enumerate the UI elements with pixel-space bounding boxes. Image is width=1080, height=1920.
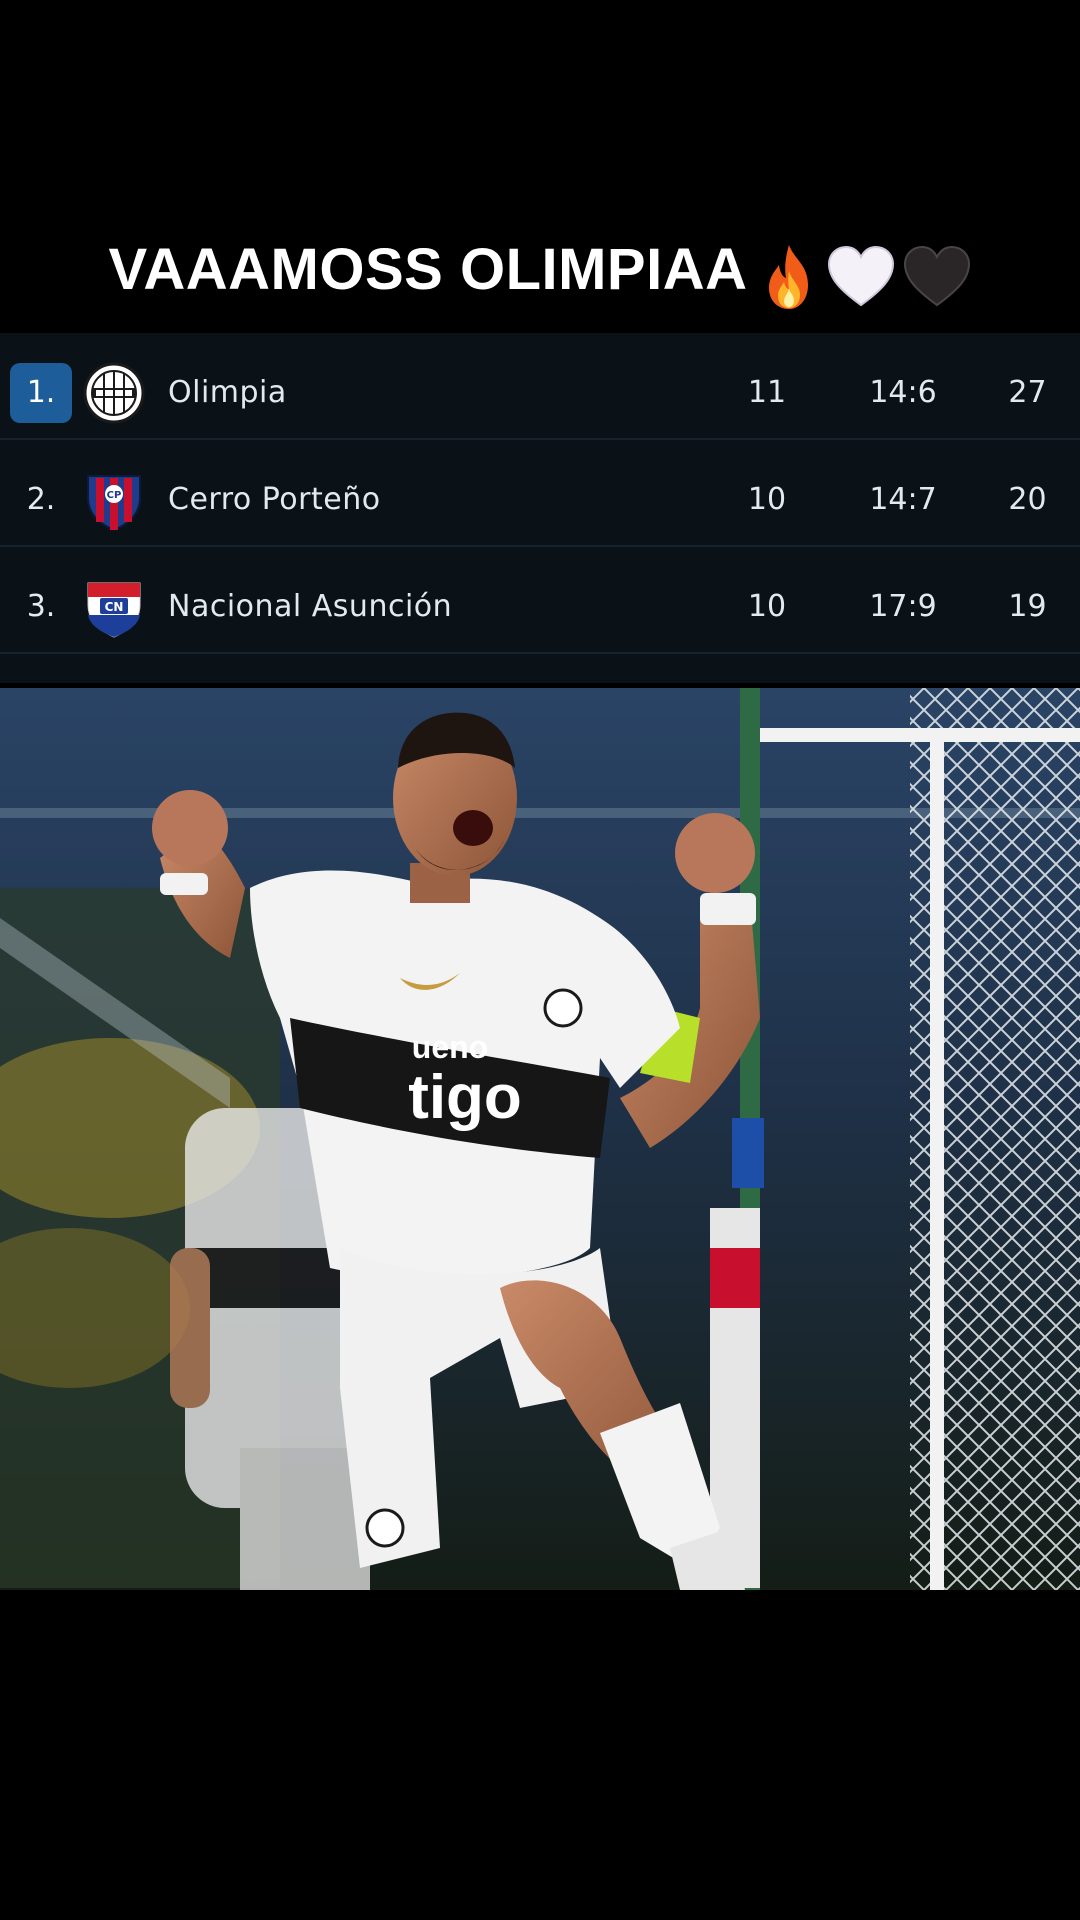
position-badge: 1. bbox=[10, 363, 72, 423]
caption-text: VAAAMOSS OLIMPIAA bbox=[108, 237, 748, 302]
olimpia-crest-icon bbox=[83, 362, 145, 424]
team-name: Olimpia bbox=[168, 375, 287, 410]
black-heart-icon bbox=[903, 246, 970, 307]
position-badge: 2. bbox=[26, 482, 56, 517]
svg-text:CP: CP bbox=[107, 490, 122, 501]
caption-emojis bbox=[752, 234, 972, 314]
team-name: Nacional Asunción bbox=[168, 589, 453, 624]
standings-row[interactable]: 3. CN Nacional Asunción 10 17:9 19 bbox=[0, 547, 1080, 654]
matches-played: 10 bbox=[747, 589, 787, 624]
points: 19 bbox=[1008, 589, 1047, 624]
jersey-sponsor-ueno: ueno bbox=[412, 1029, 488, 1065]
standings-row[interactable]: 2. CP Cerro Porteño 10 14:7 20 bbox=[0, 440, 1080, 547]
matches-played: 10 bbox=[747, 482, 787, 517]
matches-played: 11 bbox=[747, 375, 787, 410]
points: 27 bbox=[1008, 375, 1047, 410]
points: 20 bbox=[1008, 482, 1047, 517]
standings-row[interactable]: 1. Olimpia 11 14:6 27 bbox=[0, 333, 1080, 440]
goal-difference: 14:7 bbox=[869, 482, 937, 517]
goal-difference: 14:6 bbox=[869, 375, 937, 410]
photo-illustration: ueno tigo bbox=[0, 688, 1080, 1590]
svg-text:CN: CN bbox=[105, 600, 124, 614]
jersey-sponsor-tigo: tigo bbox=[408, 1063, 522, 1132]
white-heart-icon bbox=[827, 246, 894, 307]
fire-icon bbox=[768, 245, 808, 310]
standings-table: 1. Olimpia 11 14:6 27 2. CP Cerro Porteñ… bbox=[0, 333, 1080, 683]
nacional-asuncion-crest-icon: CN bbox=[87, 582, 141, 638]
celebration-photo: ueno tigo bbox=[0, 688, 1080, 1590]
goal-difference: 17:9 bbox=[869, 589, 937, 624]
position-badge: 3. bbox=[26, 589, 56, 624]
team-name: Cerro Porteño bbox=[168, 482, 381, 517]
post-screen: VAAAMOSS OLIMPIAA 1. Olimpia 11 14:6 27 … bbox=[0, 0, 1080, 1920]
cerro-porteno-crest-icon: CP bbox=[87, 475, 141, 532]
post-caption: VAAAMOSS OLIMPIAA bbox=[0, 230, 1080, 314]
